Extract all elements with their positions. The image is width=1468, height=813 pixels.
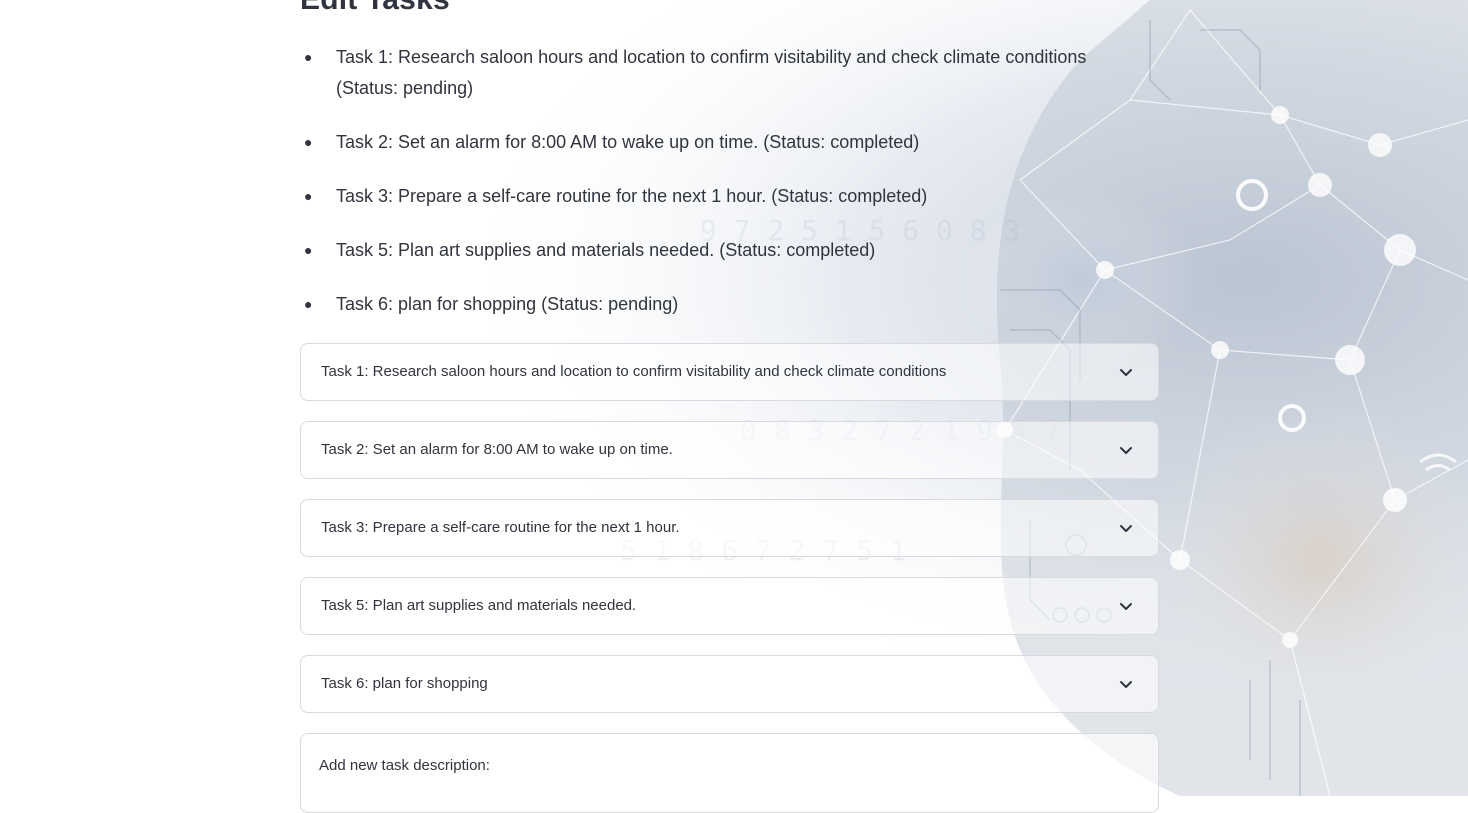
task-text: Task 3: Prepare a self-care routine for …: [336, 186, 928, 206]
bullet-icon: ●: [304, 134, 313, 150]
chevron-down-icon[interactable]: [1118, 598, 1134, 614]
task-text: Task 1: Research saloon hours and locati…: [336, 47, 1087, 98]
list-item: ● Task 5: Plan art supplies and materials…: [300, 235, 1140, 266]
task-text: Task 6: plan for shopping (Status: pendi…: [336, 294, 679, 314]
expander-label: Task 6: plan for shopping: [321, 675, 488, 692]
task-expander-1[interactable]: Task 1: Research saloon hours and locati…: [300, 343, 1159, 401]
chevron-down-icon[interactable]: [1118, 520, 1134, 536]
add-task-label: Add new task description:: [319, 757, 490, 774]
expander-label: Task 1: Research saloon hours and locati…: [321, 363, 947, 380]
add-task-form: Add new task description:: [300, 733, 1159, 813]
task-expander-3[interactable]: Task 3: Prepare a self-care routine for …: [300, 499, 1159, 557]
task-expanders: Task 1: Research saloon hours and locati…: [300, 343, 1159, 733]
chevron-down-icon[interactable]: [1118, 364, 1134, 380]
expander-label: Task 3: Prepare a self-care routine for …: [321, 519, 680, 536]
task-expander-5[interactable]: Task 5: Plan art supplies and materials …: [300, 577, 1159, 635]
bullet-icon: ●: [304, 188, 313, 204]
chevron-down-icon[interactable]: [1118, 442, 1134, 458]
expander-label: Task 5: Plan art supplies and materials …: [321, 597, 637, 614]
expander-label: Task 2: Set an alarm for 8:00 AM to wake…: [321, 441, 673, 458]
list-item: ● Task 2: Set an alarm for 8:00 AM to wak…: [300, 127, 1140, 158]
task-text: Task 5: Plan art supplies and materials …: [336, 240, 876, 260]
bullet-icon: ●: [304, 242, 313, 258]
list-item: ● Task 6: plan for shopping (Status: pend…: [300, 289, 1140, 320]
list-item: ● Task 1: Research saloon hours and locat…: [300, 42, 1140, 104]
page-title: Edit Tasks: [300, 0, 450, 20]
task-expander-2[interactable]: Task 2: Set an alarm for 8:00 AM to wake…: [300, 421, 1159, 479]
task-expander-6[interactable]: Task 6: plan for shopping: [300, 655, 1159, 713]
list-item: ● Task 3: Prepare a self-care routine for…: [300, 181, 1140, 212]
task-text: Task 2: Set an alarm for 8:00 AM to wake…: [336, 132, 920, 152]
bullet-icon: ●: [304, 49, 313, 65]
chevron-down-icon[interactable]: [1118, 676, 1134, 692]
bullet-icon: ●: [304, 296, 313, 312]
task-list: ● Task 1: Research saloon hours and locat…: [300, 42, 1140, 343]
